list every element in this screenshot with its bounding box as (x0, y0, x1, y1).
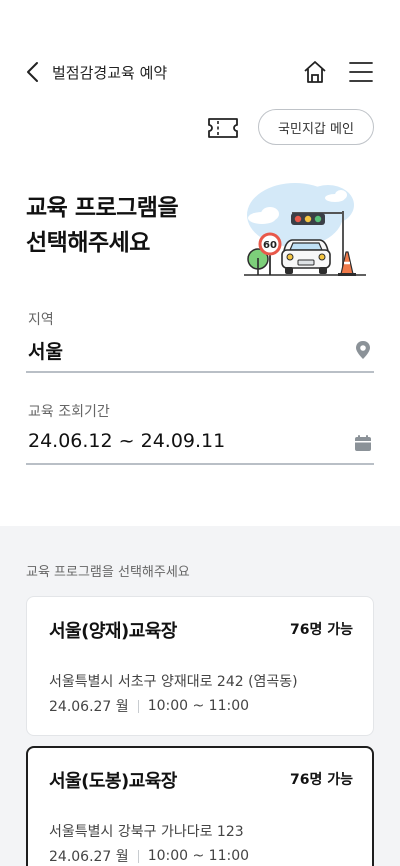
period-label: 교육 조회기간 (28, 404, 110, 420)
header-title: 벌점감경교육 예약 (52, 64, 168, 82)
hamburger-menu-icon (349, 62, 373, 82)
period-value[interactable]: 24.06.12 ~ 24.09.11 (28, 430, 225, 452)
region-label: 지역 (28, 312, 54, 328)
region-value[interactable]: 서울 (28, 337, 63, 364)
program-date: 24.06.27 월 (49, 699, 129, 715)
program-name: 서울(도봉)교육장 (49, 771, 177, 792)
program-card-dobong[interactable]: 서울(도봉)교육장 76명 가능 서울특별시 강북구 가나다로 123 24.0… (26, 746, 374, 866)
program-time: 10:00 ~ 11:00 (147, 698, 250, 714)
program-date: 24.06.27 월 (49, 849, 129, 865)
back-button[interactable] (22, 60, 46, 84)
program-availability: 76명 가능 (290, 622, 353, 638)
program-schedule: 24.06.27 월 10:00 ~ 11:00 (49, 846, 249, 866)
ticket-icon (208, 118, 238, 138)
speed-sign-label: 60 (263, 240, 277, 251)
traffic-illustration: 60 (240, 180, 370, 280)
chevron-left-icon (27, 62, 38, 82)
region-underline (26, 371, 374, 373)
program-list-caption: 교육 프로그램을 선택해주세요 (26, 565, 190, 580)
program-name: 서울(양재)교육장 (49, 621, 177, 642)
menu-button[interactable] (348, 60, 374, 84)
home-icon (304, 61, 326, 83)
location-pin-icon[interactable] (354, 340, 372, 364)
calendar-icon[interactable] (354, 434, 372, 456)
app-header: 벌점감경교육 예약 (0, 52, 400, 92)
program-schedule: 24.06.27 월 10:00 ~ 11:00 (49, 696, 249, 716)
program-availability: 76명 가능 (290, 772, 353, 788)
wallet-main-button[interactable]: 국민지갑 메인 (258, 109, 374, 145)
ticket-button[interactable] (206, 116, 240, 140)
home-button[interactable] (302, 59, 328, 85)
page-title: 교육 프로그램을 선택해주세요 (26, 195, 179, 256)
program-time: 10:00 ~ 11:00 (147, 848, 250, 864)
divider (137, 849, 139, 863)
program-address: 서울특별시 강북구 가나다로 123 (49, 824, 244, 840)
divider (137, 699, 139, 713)
program-card-yangjae[interactable]: 서울(양재)교육장 76명 가능 서울특별시 서초구 양재대로 242 (염곡동… (26, 596, 374, 736)
program-address: 서울특별시 서초구 양재대로 242 (염곡동) (49, 674, 298, 690)
period-underline (26, 463, 374, 465)
